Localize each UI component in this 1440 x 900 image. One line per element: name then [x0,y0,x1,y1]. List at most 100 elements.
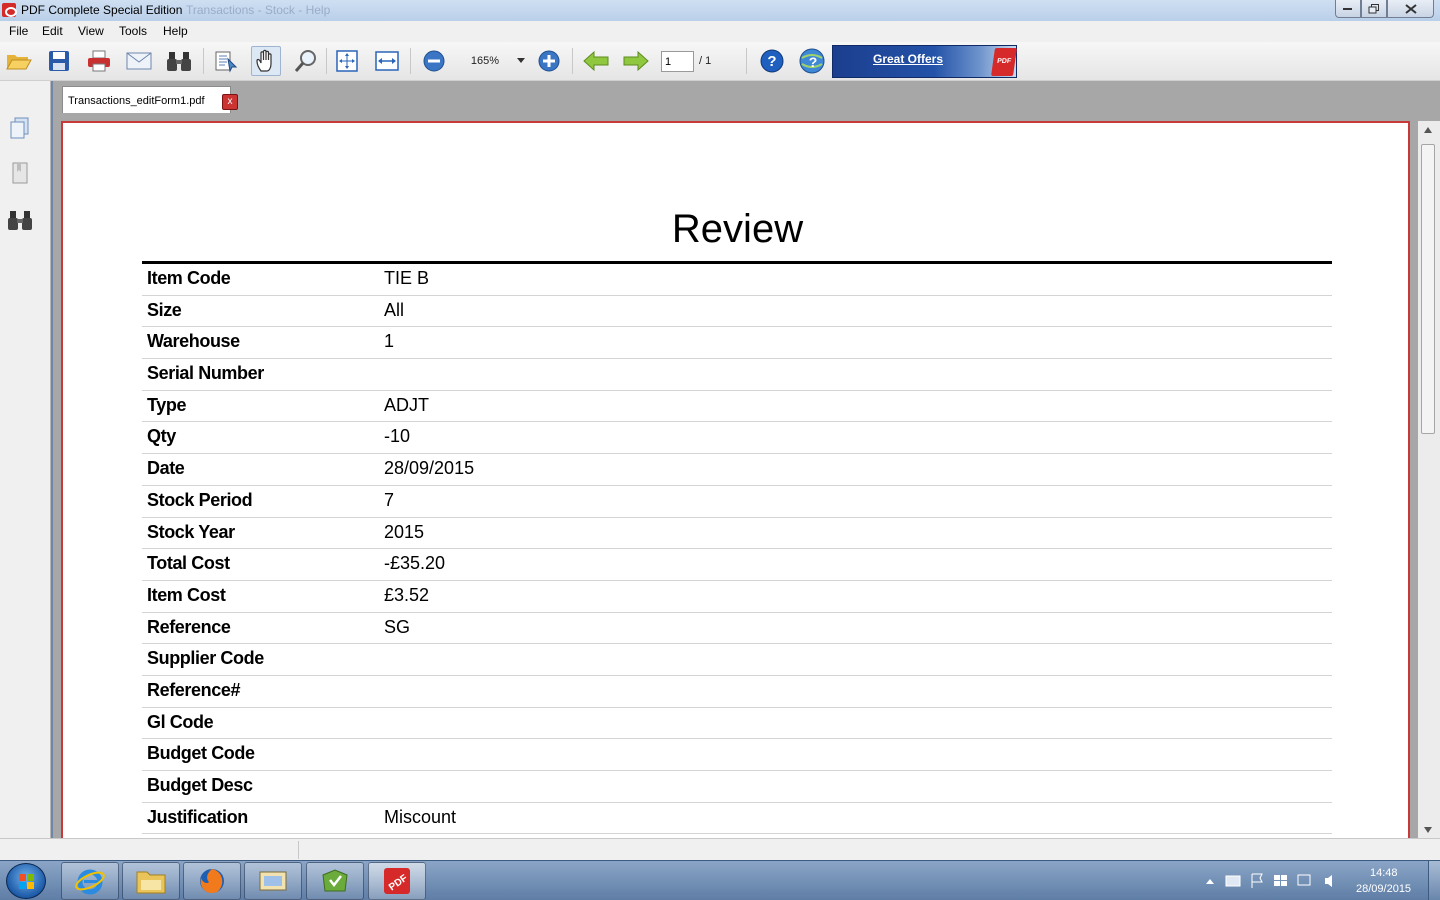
menu-help[interactable]: Help [163,24,188,38]
fit-page-button[interactable] [332,46,362,76]
taskbar-pdf-complete[interactable]: PDF [368,862,426,900]
row-label: Total Cost [147,553,230,574]
minimize-icon [1343,7,1352,10]
taskbar-internet-explorer[interactable] [61,862,119,900]
row-value: £3.52 [384,584,430,605]
binoculars-icon [8,211,32,230]
clock-time[interactable]: 14:48 [1370,867,1398,879]
title-bar: PDF Complete Special Edition Transaction… [0,0,1440,21]
row-label: Size [147,299,182,320]
save-button[interactable] [44,46,74,76]
text-select-icon [215,51,238,73]
close-icon [1404,3,1417,14]
taskbar-email-app[interactable] [244,862,302,900]
next-page-button[interactable] [621,46,651,76]
row-label: Item Cost [147,584,226,605]
bookmark-icon [12,162,28,184]
table-row: Qty -10 [142,422,1332,455]
table-row: Budget Code [142,739,1332,771]
review-table: Item Code TIE B Size All Warehouse 1 Serial Nu… [142,264,1332,835]
fit-width-button[interactable] [372,46,402,76]
table-row: Item Cost £3.52 [142,581,1332,613]
taskbar-firefox[interactable] [183,862,241,900]
print-button[interactable] [84,46,114,76]
row-label: Item Code [147,268,231,288]
page-number-input[interactable] [661,51,694,72]
svg-text:?: ? [809,54,818,70]
tab-transactions-pdf[interactable]: Transactions_editForm1.pdf x [62,86,238,113]
zoom-tool-button[interactable] [291,46,321,76]
vertical-scrollbar[interactable] [1418,121,1440,838]
pdf-complete-icon: PDF [384,868,410,894]
svg-text:?: ? [767,53,776,70]
row-label: Date [147,458,185,479]
scroll-thumb[interactable] [1421,144,1435,434]
zoom-out-icon [423,50,445,72]
pdf-complete-app-icon [2,3,17,17]
minimize-button[interactable] [1335,0,1361,18]
online-help-button[interactable]: ? [797,46,827,76]
start-button[interactable] [6,863,46,899]
row-value: Miscount [384,806,457,827]
scroll-down-icon[interactable] [1424,827,1432,833]
windows-logo-icon [19,874,34,889]
table-row: Type ADJT [142,391,1332,423]
select-text-button[interactable] [211,46,241,76]
open-button[interactable] [4,46,34,76]
document-title: Review [671,207,804,251]
row-label: Reference# [147,679,241,700]
row-label: Type [147,394,187,415]
tab-close-button[interactable]: x [222,94,238,110]
row-label: Gl Code [147,711,214,732]
internet-explorer-icon [75,869,105,895]
bookmarks-panel-button[interactable] [6,159,34,187]
menu-view[interactable]: View [78,24,104,38]
email-button[interactable] [124,46,154,76]
taskbar-green-app[interactable] [306,862,364,900]
windows-taskbar: PDF 14:48 28/09/2015 [0,860,1440,900]
menu-file[interactable]: File [9,24,28,38]
table-row: Budget Desc [142,771,1332,803]
restore-button[interactable] [1361,0,1387,18]
green-app-icon [322,869,348,892]
close-button[interactable] [1387,0,1434,18]
tab-label: Transactions_editForm1.pdf [68,95,205,107]
great-offers-banner[interactable]: Great Offers PDF [832,45,1017,78]
zoom-in-button[interactable] [534,46,564,76]
toolbar: 165% / 1 ? ? Great Offers PDF [0,42,1440,81]
previous-page-button[interactable] [581,46,611,76]
side-panel [0,81,51,838]
table-row: Serial Number [142,359,1332,391]
action-center-icon [1225,875,1241,887]
row-value: All [384,299,405,320]
menu-bar: File Edit View Tools Help [0,21,1440,42]
pdf-page: Review Item Code TIE B Size All Warehouse 1 Se… [61,121,1410,846]
printer-icon [88,50,110,72]
taskbar-file-explorer[interactable] [122,862,180,900]
chevron-down-icon [517,58,525,63]
row-value: TIE B [384,268,430,288]
menu-tools[interactable]: Tools [119,24,147,38]
zoom-level[interactable]: 165% [459,55,511,67]
show-desktop-button[interactable] [1428,861,1440,900]
document-area: Transactions_editForm1.pdf x Review Item… [53,81,1440,846]
show-hidden-icons-icon [1206,879,1214,884]
hand-tool-button[interactable] [251,46,281,76]
table-row: Total Cost -£35.20 [142,549,1332,581]
pdf-badge-icon: PDF [991,48,1017,76]
clock-date[interactable]: 28/09/2015 [1356,883,1411,895]
envelope-icon [126,52,152,70]
search-panel-button[interactable] [6,206,34,234]
table-row: Stock Period 7 [142,486,1332,518]
zoom-dropdown[interactable] [516,52,530,68]
find-button[interactable] [164,46,194,76]
zoom-out-button[interactable] [419,46,449,76]
table-row: Date 28/09/2015 [142,454,1332,486]
great-offers-link[interactable]: Great Offers [873,52,943,66]
help-button[interactable]: ? [757,46,787,76]
mail-icon [259,871,287,891]
row-value: 7 [384,489,395,510]
pages-panel-button[interactable] [6,114,34,142]
scroll-up-icon[interactable] [1424,127,1432,133]
menu-edit[interactable]: Edit [42,24,63,38]
